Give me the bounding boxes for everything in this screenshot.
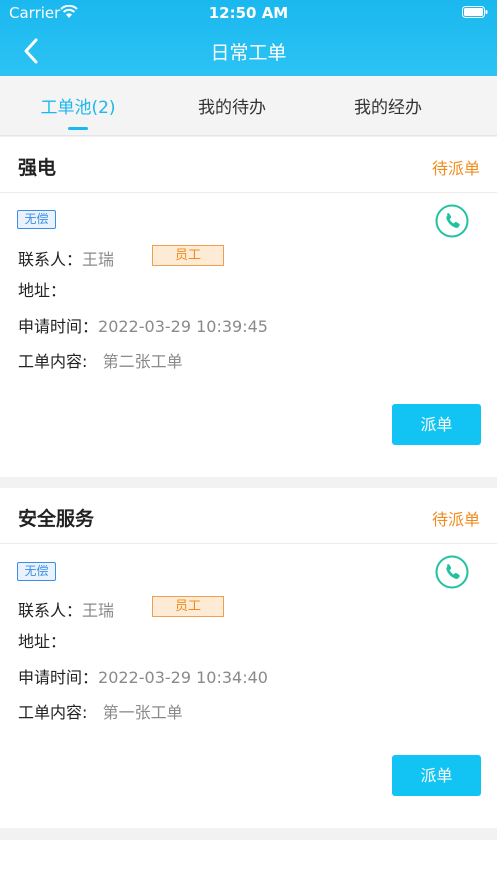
contact-label: 联系人： xyxy=(18,250,83,269)
card-header: 强电 待派单 xyxy=(0,137,497,193)
content-row: 工单内容: 第二张工单 xyxy=(18,348,183,372)
tab-my-handled[interactable]: 我的经办 xyxy=(308,93,468,118)
fee-badge: 无偿 xyxy=(17,210,56,229)
apply-time-label: 申请时间： xyxy=(18,317,99,336)
page-bottom-fill xyxy=(0,840,497,883)
phone-icon[interactable] xyxy=(435,204,469,238)
apply-time-value: 2022-03-29 10:34:40 xyxy=(98,668,268,687)
address-label: 地址： xyxy=(18,632,67,651)
order-title: 安全服务 xyxy=(18,508,95,530)
active-tab-indicator xyxy=(68,127,88,130)
card-header: 安全服务 待派单 xyxy=(0,488,497,544)
tab-bar: 工单池(2) 我的待办 我的经办 xyxy=(0,76,497,136)
dispatch-button[interactable]: 派单 xyxy=(392,404,481,445)
address-row: 地址： xyxy=(18,277,66,301)
address-row: 地址： xyxy=(18,628,66,652)
status-time: 12:50 AM xyxy=(208,4,289,22)
dispatch-button[interactable]: 派单 xyxy=(392,755,481,796)
page-title: 日常工单 xyxy=(210,42,287,64)
contact-row: 联系人：王瑞 xyxy=(18,246,114,270)
contact-row: 联系人：王瑞 xyxy=(18,597,114,621)
battery-icon xyxy=(462,6,488,18)
content-value: 第二张工单 xyxy=(102,352,183,371)
tab-order-pool[interactable]: 工单池(2) xyxy=(0,93,158,118)
content-label: 工单内容: xyxy=(18,352,88,371)
apply-time-row: 申请时间：2022-03-29 10:34:40 xyxy=(18,664,268,688)
content-row: 工单内容: 第一张工单 xyxy=(18,699,183,723)
tab-my-todo[interactable]: 我的待办 xyxy=(152,93,312,118)
fee-badge: 无偿 xyxy=(17,562,56,581)
contact-name: 王瑞 xyxy=(82,250,115,269)
order-status: 待派单 xyxy=(431,510,480,529)
order-card[interactable]: 强电 待派单 无偿 联系人：王瑞 员工 地址： 申请时间：2022-03-29 … xyxy=(0,137,497,477)
apply-time-label: 申请时间： xyxy=(18,668,99,687)
status-bar: Carrier 12:50 AM xyxy=(0,0,497,26)
content-label: 工单内容: xyxy=(18,703,88,722)
role-badge: 员工 xyxy=(152,596,224,617)
contact-label: 联系人： xyxy=(18,601,83,620)
content-value: 第一张工单 xyxy=(102,703,183,722)
address-label: 地址： xyxy=(18,281,67,300)
order-card[interactable]: 安全服务 待派单 无偿 联系人：王瑞 员工 地址： 申请时间：2022-03-2… xyxy=(0,488,497,828)
phone-icon[interactable] xyxy=(435,555,469,589)
order-title: 强电 xyxy=(18,157,57,179)
order-status: 待派单 xyxy=(431,159,480,178)
apply-time-value: 2022-03-29 10:39:45 xyxy=(98,317,268,336)
contact-name: 王瑞 xyxy=(82,601,115,620)
header-bar: Carrier 12:50 AM 日常工单 xyxy=(0,0,497,76)
role-badge: 员工 xyxy=(152,245,224,266)
apply-time-row: 申请时间：2022-03-29 10:39:45 xyxy=(18,313,268,337)
